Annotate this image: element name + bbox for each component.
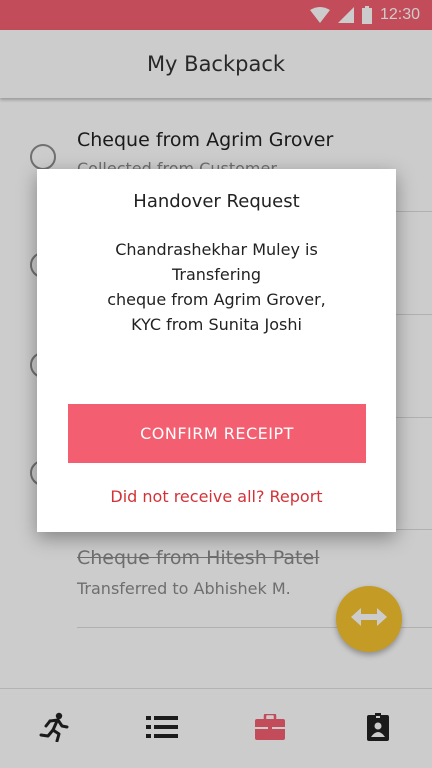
handover-dialog: Handover Request Chandrashekhar Muley is… bbox=[37, 169, 396, 532]
dialog-message-line: KYC from Sunita Joshi bbox=[131, 315, 302, 334]
dialog-message: Chandrashekhar Muley is Transfering cheq… bbox=[47, 237, 386, 337]
confirm-receipt-button[interactable]: CONFIRM RECEIPT bbox=[68, 404, 366, 463]
report-link[interactable]: Did not receive all? Report bbox=[37, 487, 396, 506]
dialog-message-line: Transfering bbox=[171, 265, 262, 284]
dialog-message-line: Chandrashekhar Muley is bbox=[115, 240, 318, 259]
dialog-message-line: cheque from Agrim Grover, bbox=[107, 290, 326, 309]
dialog-title: Handover Request bbox=[133, 191, 300, 212]
